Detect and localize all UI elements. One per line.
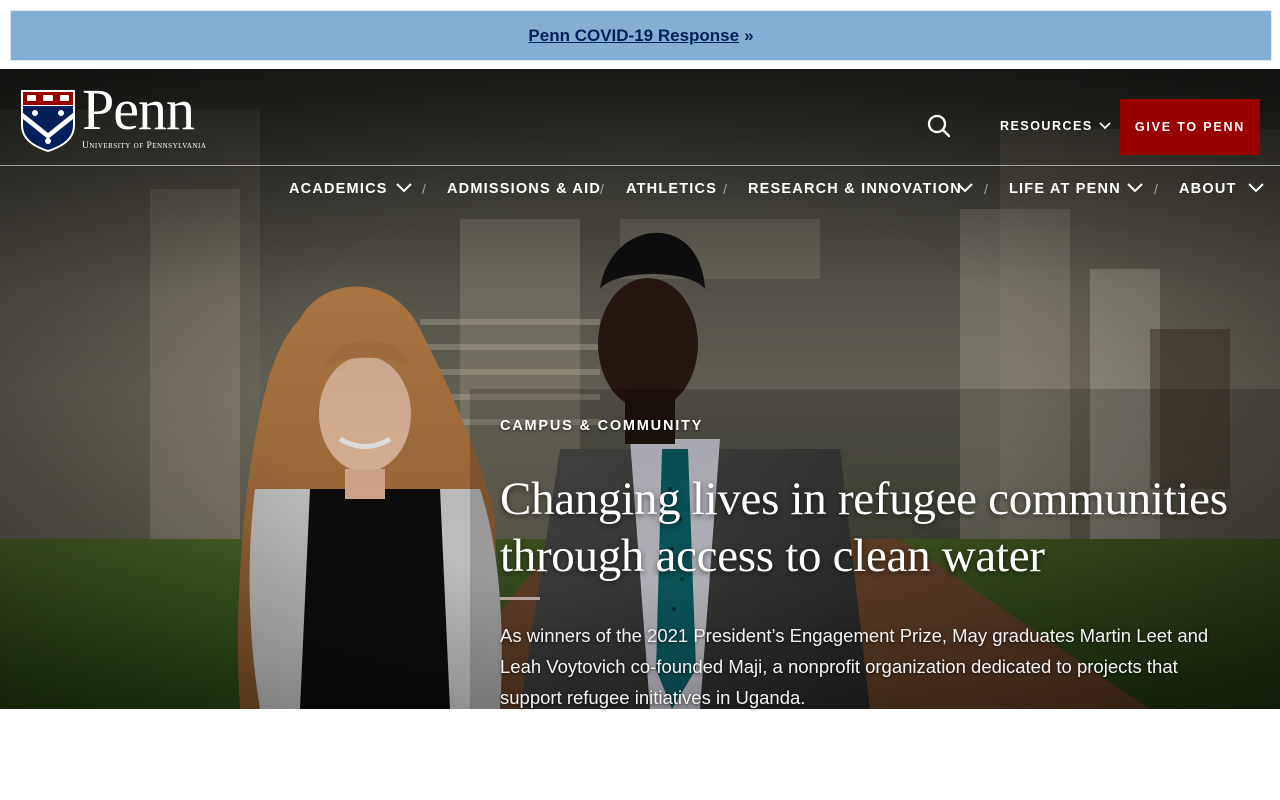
story-headline[interactable]: Changing lives in refugee communities th…	[500, 471, 1240, 585]
alert-banner: Penn COVID-19 Response »	[10, 10, 1272, 61]
nav-separator: /	[1154, 181, 1158, 197]
nav-item-athletics[interactable]: ATHLETICS	[626, 181, 717, 197]
site-header: Penn University of Pennsylvania RESOURCE…	[0, 69, 1280, 166]
nav-separator: /	[600, 181, 604, 197]
resources-label: RESOURCES	[1000, 119, 1093, 133]
give-to-penn-button[interactable]: GIVE TO PENN	[1120, 99, 1260, 155]
resources-menu-button[interactable]: RESOURCES	[1000, 117, 1111, 135]
main-navigation: ACADEMICS / ADMISSIONS & AID / ATHLETICS…	[0, 167, 1280, 212]
nav-separator: /	[422, 181, 426, 197]
story-summary: As winners of the 2021 President’s Engag…	[500, 625, 1209, 708]
chevron-down-icon[interactable]	[1247, 181, 1265, 195]
hero-story: CAMPUS & COMMUNITY Changing lives in ref…	[500, 418, 1240, 713]
chevron-down-icon	[1099, 122, 1111, 130]
chevron-down-icon[interactable]	[1126, 181, 1144, 195]
headline-line-2: through access to clean water	[500, 530, 1045, 582]
search-button[interactable]	[924, 111, 954, 141]
search-icon	[927, 114, 951, 138]
nav-separator: /	[723, 181, 727, 197]
headline-line-1: Changing lives in refugee communities	[500, 473, 1228, 525]
nav-separator: /	[984, 181, 988, 197]
alert-arrow: »	[744, 25, 754, 45]
headline-divider	[500, 597, 540, 600]
chevron-down-icon[interactable]	[395, 181, 413, 195]
nav-item-life-at-penn[interactable]: LIFE AT PENN	[1009, 181, 1121, 197]
nav-item-research[interactable]: RESEARCH & INNOVATION	[748, 181, 962, 197]
nav-item-academics[interactable]: ACADEMICS	[289, 181, 388, 197]
story-category[interactable]: CAMPUS & COMMUNITY	[500, 418, 1240, 434]
nav-item-about[interactable]: ABOUT	[1179, 181, 1237, 197]
alert-bar: Penn COVID-19 Response »	[0, 0, 1280, 69]
penn-wordmark: Penn	[82, 77, 195, 142]
chevron-down-icon[interactable]	[956, 181, 974, 195]
logo-subtitle: University of Pennsylvania	[82, 141, 207, 151]
covid-response-link[interactable]: Penn COVID-19 Response	[528, 26, 739, 46]
nav-item-admissions[interactable]: ADMISSIONS & AID	[447, 181, 601, 197]
